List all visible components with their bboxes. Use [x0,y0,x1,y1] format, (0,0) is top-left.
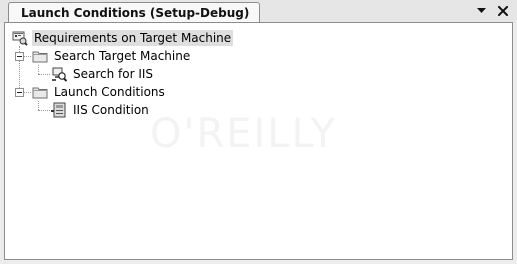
launch-conditions-window: Launch Conditions (Setup-Debug) O'REILLY [0,0,517,264]
tree-node-label: Requirements on Target Machine [32,30,234,46]
condition-icon [51,102,66,118]
tree-node-label: Search Target Machine [54,49,191,63]
tree-node-label: Launch Conditions [54,85,165,99]
tree-panel: O'REILLY Requirements on Target Machine … [4,22,513,260]
tree-connector-line [38,74,50,75]
tree-node-launch-conditions[interactable]: Launch Conditions [32,83,167,101]
requirements-icon [12,31,28,46]
tree-node-search-target-machine[interactable]: Search Target Machine [32,47,192,65]
tree-node-label: IIS Condition [73,103,149,117]
tree-connector-line [23,92,31,93]
tree-connector-line [38,101,39,110]
search-group-collapse-toggle[interactable] [15,52,24,61]
launch-group-collapse-toggle[interactable] [15,88,24,97]
folder-icon [32,87,48,99]
folder-icon [32,51,48,63]
tree-node-iis-condition[interactable]: IIS Condition [51,101,151,119]
tree-node-search-for-iis[interactable]: Search for IIS [51,65,155,83]
tree-connector-line [23,56,31,57]
tab-controls [475,3,509,19]
tab-title: Launch Conditions (Setup-Debug) [21,6,250,20]
tree-connector-line [38,65,39,74]
tab-launch-conditions[interactable]: Launch Conditions (Setup-Debug) [8,2,261,23]
tree-connector-line [38,110,50,111]
close-button[interactable] [497,4,509,18]
window-menu-button[interactable] [475,4,487,18]
tree-node-label: Search for IIS [73,67,154,81]
search-machine-icon [52,67,67,82]
tab-strip: Launch Conditions (Setup-Debug) [0,0,517,23]
tree-node-root[interactable]: Requirements on Target Machine [12,29,234,47]
close-icon [498,6,508,16]
dropdown-arrow-icon [476,8,486,13]
launch-conditions-tree: Requirements on Target Machine Search Ta… [5,23,512,259]
